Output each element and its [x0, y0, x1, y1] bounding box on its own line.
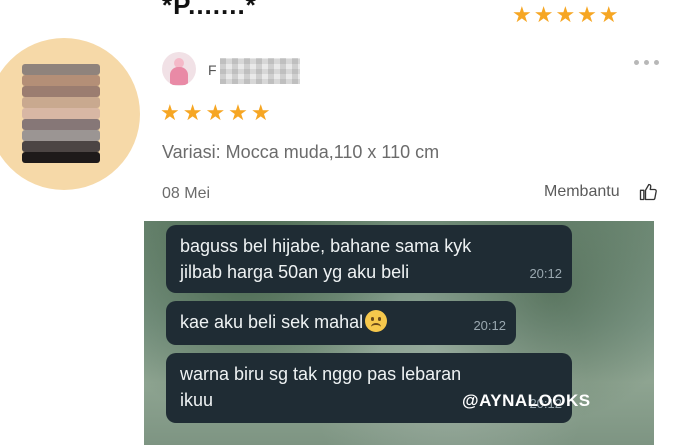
- chat-bubble: kae aku beli sek mahal 20:12: [166, 301, 516, 345]
- reviewer-name: F: [208, 58, 302, 84]
- chat-bubble: warna biru sg tak nggo pas lebaran ikuu …: [166, 353, 572, 423]
- previous-rating-stars: ★★★★★: [512, 2, 621, 27]
- more-icon[interactable]: [634, 60, 660, 68]
- previous-review-title: *P.......*: [162, 0, 257, 20]
- helpful-button-label[interactable]: Membantu: [544, 183, 620, 201]
- product-thumbnail[interactable]: [0, 38, 140, 190]
- reviewer-name-initial: F: [208, 62, 217, 78]
- sad-face-icon: [365, 310, 388, 332]
- review-date: 08 Mei: [162, 185, 211, 202]
- rating-stars: ★★★★★: [160, 100, 274, 125]
- review-page: *P.......* ★★★★★ F ★★★★★ Variasi: Mocca …: [0, 0, 686, 445]
- thumbs-up-icon[interactable]: [638, 182, 658, 202]
- previous-review-card: *P.......* ★★★★★: [0, 0, 686, 28]
- review-photo[interactable]: baguss bel hijabe, bahane sama kyk jilba…: [144, 221, 654, 445]
- chat-time: 20:12: [529, 266, 562, 281]
- hijab-stack-image: [22, 64, 102, 164]
- chat-message: kae aku beli sek mahal: [180, 309, 388, 335]
- censored-name: [220, 58, 300, 84]
- chat-message: warna biru sg tak nggo pas lebaran ikuu: [180, 364, 462, 410]
- chat-message: baguss bel hijabe, bahane sama kyk jilba…: [180, 236, 472, 282]
- chat-bubble: baguss bel hijabe, bahane sama kyk jilba…: [166, 225, 572, 293]
- variation-text: Variasi: Mocca muda,110 x 110 cm: [162, 142, 440, 162]
- review-card: F ★★★★★ Variasi: Mocca muda,110 x 110 cm…: [0, 28, 686, 445]
- reviewer-avatar[interactable]: [162, 52, 196, 86]
- chat-time: 20:12: [473, 318, 506, 333]
- watermark-text: @AYNALOOKS: [462, 391, 591, 410]
